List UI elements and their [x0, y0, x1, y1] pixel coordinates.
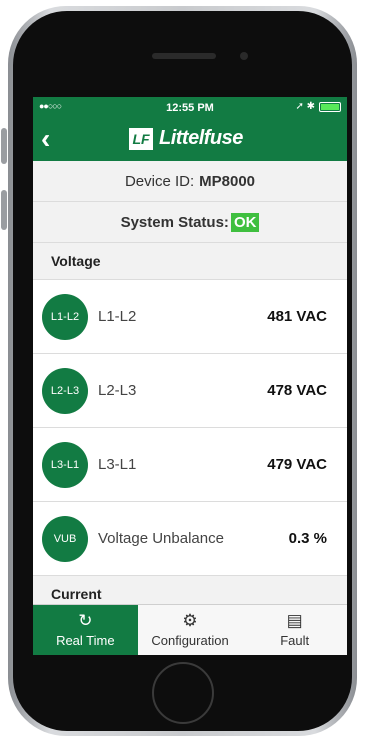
device-id-value: MP8000 — [199, 172, 256, 190]
battery-icon — [319, 101, 341, 112]
item-label: L1-L2 — [98, 308, 137, 325]
tab-label: Fault — [280, 633, 310, 648]
device-id-label: Device ID: — [124, 172, 195, 190]
item-badge: L1-L2 — [42, 293, 88, 340]
system-status-label: System Status: — [120, 213, 229, 231]
item-badge: L2-L3 — [42, 367, 88, 414]
item-value: 0.3 % — [288, 530, 327, 547]
app-screen: ●●○○○ 12:55 PM ➚ ✱ ‹ LF Littelfuse Devic… — [33, 97, 347, 655]
item-value: 478 VAC — [267, 382, 327, 399]
item-badge: L3-L1 — [42, 441, 88, 488]
item-label: L3-L1 — [98, 456, 137, 473]
nav-bar: ‹ LF Littelfuse — [33, 119, 347, 161]
brand-name: Littelfuse — [159, 127, 243, 149]
tab-fault[interactable]: ▤ Fault — [242, 605, 347, 655]
tab-bar: ↻ Real Time ⚙ Configuration ▤ Fault — [33, 604, 347, 655]
fault-stack-icon: ▤ — [286, 611, 303, 630]
list-item[interactable]: L2-L3 L2-L3 478 VAC — [33, 354, 347, 428]
sliders-icon: ⚙ — [182, 611, 198, 630]
item-value: 481 VAC — [267, 308, 327, 325]
status-bar: ●●○○○ 12:55 PM ➚ ✱ — [33, 97, 347, 119]
device-id-row: Device ID: MP8000 — [33, 161, 347, 202]
item-value: 479 VAC — [267, 456, 327, 473]
status-icons: ➚ ✱ — [295, 101, 341, 112]
list-item[interactable]: L3-L1 L3-L1 479 VAC — [33, 428, 347, 502]
item-badge: VUB — [42, 515, 88, 562]
location-bluetooth-icon: ➚ ✱ — [295, 101, 315, 112]
littelfuse-logo-icon: LF — [129, 127, 153, 150]
volume-button — [1, 190, 7, 230]
item-label: Voltage Unbalance — [98, 530, 224, 547]
item-label: L2-L3 — [98, 382, 137, 399]
earpiece-speaker — [152, 53, 216, 59]
list-item[interactable]: L1-L2 L1-L2 481 VAC — [33, 280, 347, 354]
tab-label: Real Time — [56, 633, 115, 648]
tab-real-time[interactable]: ↻ Real Time — [33, 605, 138, 655]
voltage-section-header: Voltage — [33, 243, 347, 280]
status-badge: OK — [230, 212, 260, 232]
clock-icon: ↻ — [78, 611, 93, 630]
front-camera — [240, 52, 248, 60]
brand-logo: LF Littelfuse — [129, 127, 243, 150]
back-chevron-icon[interactable]: ‹ — [41, 123, 50, 155]
tab-label: Configuration — [151, 633, 229, 648]
list-item[interactable]: VUB Voltage Unbalance 0.3 % — [33, 502, 347, 576]
mute-switch — [1, 128, 7, 164]
home-button[interactable] — [152, 662, 214, 724]
tab-configuration[interactable]: ⚙ Configuration — [138, 605, 243, 655]
system-status-row: System Status: OK — [33, 202, 347, 243]
voltage-list: L1-L2 L1-L2 481 VAC L2-L3 L2-L3 478 VAC … — [33, 280, 347, 576]
